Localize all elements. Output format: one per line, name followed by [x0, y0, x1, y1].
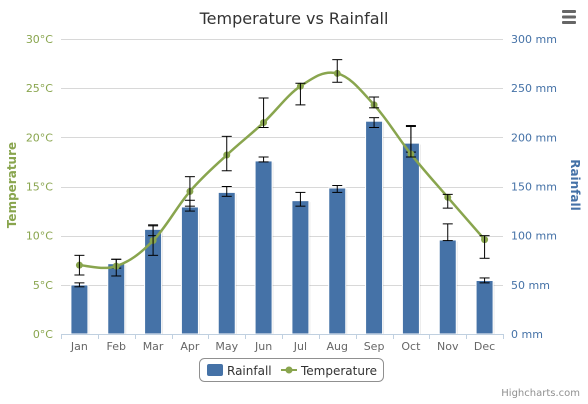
bar-jul [291, 200, 310, 335]
legend-item-temperature[interactable]: Temperature [281, 364, 377, 378]
grid-lines [61, 39, 503, 286]
right-tick-label-5: 250 mm [511, 82, 557, 95]
right-tick-label-4: 200 mm [511, 131, 557, 144]
x-tick-label-apr: Apr [180, 340, 200, 353]
legend-rainfall-symbol [207, 364, 223, 376]
x-tick-label-dec: Dec [474, 340, 495, 353]
left-tick-label-6: 30°C [26, 33, 53, 46]
legend: Rainfall Temperature [199, 358, 384, 382]
temperature-error-bars [74, 59, 490, 277]
x-tick-label-mar: Mar [143, 340, 164, 353]
x-tick-label-feb: Feb [107, 340, 126, 353]
hamburger-menu-icon[interactable] [559, 8, 579, 26]
rainfall-bars [70, 120, 495, 335]
bar-apr [180, 206, 199, 335]
chart: Temperature vs Rainfall 0°C 5°C 10°C 15°C 20… [5, 8, 582, 399]
bar-dec [475, 280, 494, 335]
x-tick-label-jun: Jun [254, 340, 272, 353]
right-tick-label-3: 150 mm [511, 181, 557, 194]
left-tick-label-4: 20°C [26, 131, 53, 144]
x-axis: Jan Feb Mar Apr May Jun Jul Aug Sep Oct Nov Dec [61, 334, 504, 353]
bar-aug [328, 187, 347, 335]
right-axis-title: Rainfall [568, 159, 582, 211]
legend-item-rainfall[interactable]: Rainfall [207, 364, 272, 378]
bar-may [217, 191, 236, 335]
x-tick-label-aug: Aug [327, 340, 348, 353]
chart-title: Temperature vs Rainfall [199, 9, 389, 28]
left-tick-label-5: 25°C [26, 82, 53, 95]
x-tick-label-nov: Nov [437, 340, 459, 353]
bar-sep [365, 120, 384, 335]
bar-jun [254, 160, 273, 335]
left-axis-title: Temperature [5, 142, 19, 228]
x-tick-label-may: May [215, 340, 238, 353]
legend-temperature-label: Temperature [300, 364, 377, 378]
legend-rainfall-label: Rainfall [227, 364, 272, 378]
temperature-spline [79, 71, 486, 270]
bar-nov [438, 239, 457, 335]
x-tick-label-jan: Jan [70, 340, 88, 353]
left-tick-label-1: 5°C [33, 279, 53, 292]
left-tick-label-2: 10°C [26, 230, 53, 243]
right-tick-label-1: 50 mm [511, 279, 550, 292]
temperature-line [75, 69, 489, 270]
right-tick-label-2: 100 mm [511, 230, 557, 243]
x-tick-label-jul: Jul [293, 340, 307, 353]
x-tick-label-oct: Oct [401, 340, 421, 353]
right-axis-ticks: 0 mm 50 mm 100 mm 150 mm 200 mm 250 mm 300 mm [511, 33, 557, 341]
left-axis-ticks: 0°C 5°C 10°C 15°C 20°C 25°C 30°C [26, 33, 53, 341]
bar-oct [401, 142, 420, 335]
legend-temperature-symbol-marker [285, 366, 293, 374]
rainfall-error-bars [74, 117, 490, 288]
left-tick-label-3: 15°C [26, 181, 53, 194]
right-tick-label-0: 0 mm [511, 328, 543, 341]
credits-link[interactable]: Highcharts.com [501, 388, 580, 399]
right-tick-label-6: 300 mm [511, 33, 557, 46]
bar-jan [70, 284, 89, 335]
left-tick-label-0: 0°C [33, 328, 53, 341]
x-tick-label-sep: Sep [364, 340, 385, 353]
